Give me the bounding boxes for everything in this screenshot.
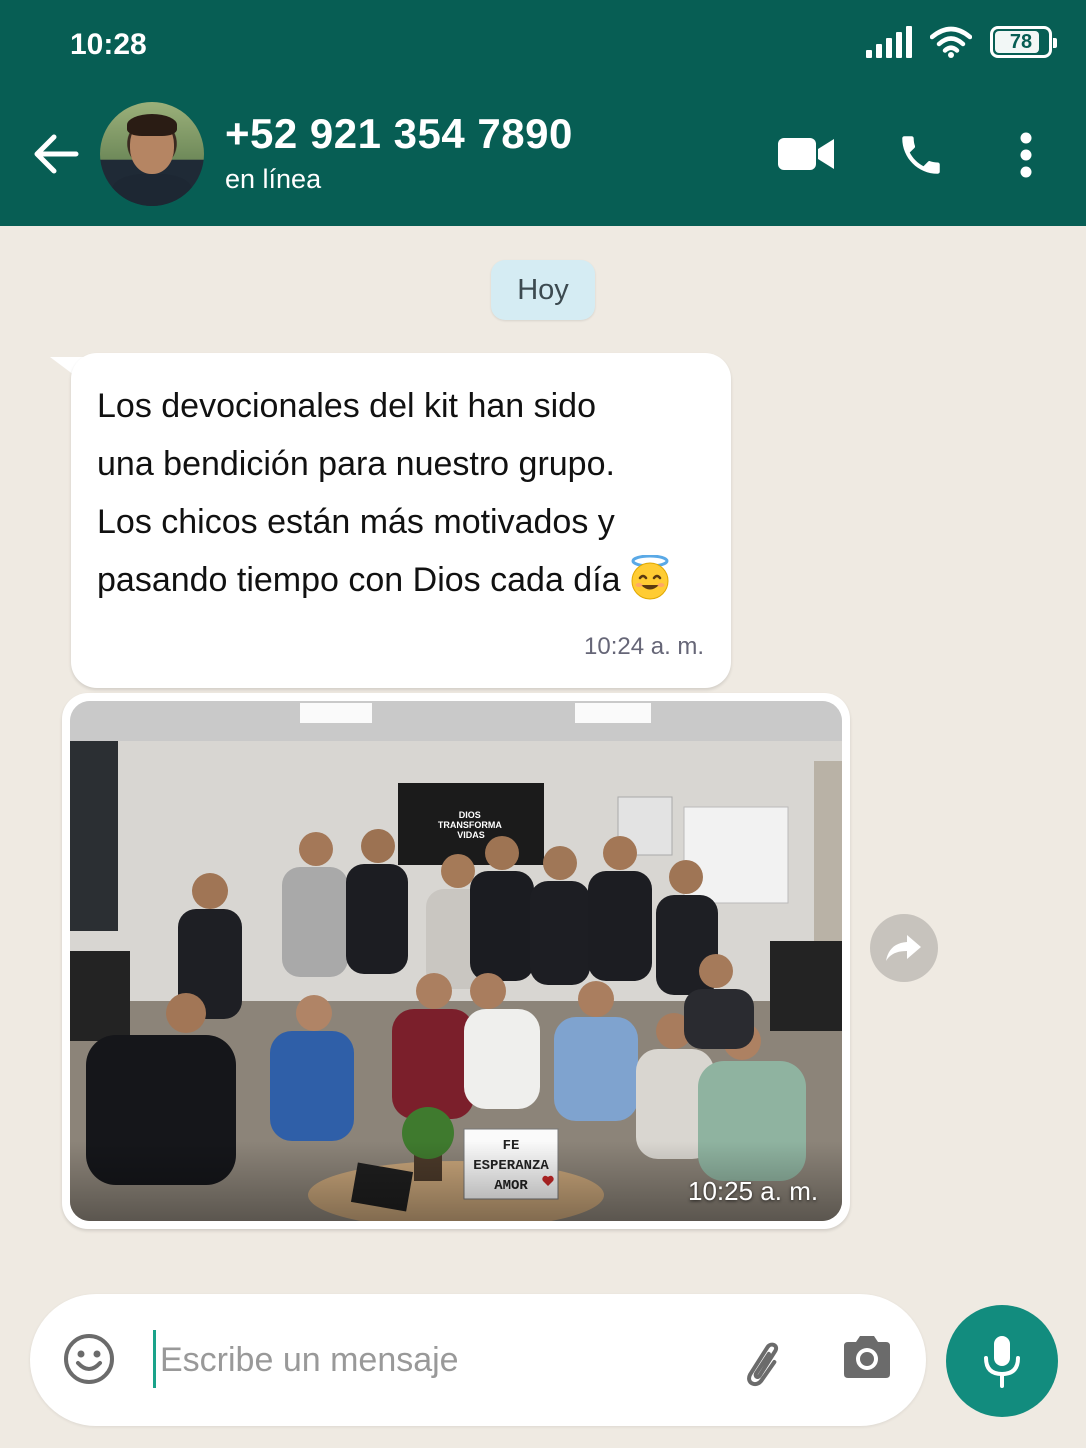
message-line-last: pasando tiempo con Dios cada día — [97, 551, 717, 609]
forward-button[interactable] — [870, 914, 938, 982]
contact-status: en línea — [225, 164, 322, 194]
message-text[interactable]: Los devocionales del kit han sido una be… — [97, 377, 717, 609]
message-line: Los devocionales del kit han sido — [97, 387, 596, 425]
mic-button[interactable] — [946, 1305, 1058, 1417]
text-cursor — [153, 1330, 156, 1388]
more-vert-icon[interactable] — [1016, 132, 1036, 178]
message-input[interactable] — [160, 1334, 680, 1386]
smiling-face-with-halo-icon — [631, 555, 669, 600]
battery-icon: 78 — [990, 26, 1057, 58]
message-line: pasando tiempo con Dios cada día — [97, 561, 621, 599]
signal-icon — [866, 26, 912, 58]
message-time: 10:24 a. m. — [584, 633, 705, 660]
phone-call-icon[interactable] — [896, 130, 946, 180]
video-call-icon[interactable] — [778, 136, 834, 172]
image-message-time: 10:25 a. m. — [688, 1176, 819, 1206]
attach-icon[interactable] — [736, 1334, 790, 1388]
message-line: Los chicos están más motivados y — [97, 503, 615, 541]
tv-text-line-2: TRANSFORMA — [438, 820, 502, 830]
wifi-icon — [930, 26, 972, 58]
status-icons: 78 — [866, 26, 1057, 58]
group-photo[interactable]: DIOS TRANSFORMA VIDAS — [70, 701, 842, 1221]
status-time: 10:28 — [70, 28, 147, 61]
tv-text-line-3: VIDAS — [457, 830, 485, 840]
date-separator: Hoy — [491, 260, 595, 320]
contact-name[interactable]: +52 921 354 7890 — [225, 110, 573, 158]
battery-percent: 78 — [1009, 30, 1033, 53]
message-line: una bendición para nuestro grupo. — [97, 445, 615, 483]
chat-header: 10:28 78 +52 921 354 7890 en línea — [0, 0, 1086, 226]
forward-icon — [886, 935, 921, 961]
mic-icon — [984, 1336, 1020, 1388]
group-photo-illustration: DIOS TRANSFORMA VIDAS — [70, 701, 842, 1221]
emoji-icon[interactable] — [62, 1332, 116, 1386]
tv-text-line-1: DIOS — [459, 810, 481, 820]
arrow-left-icon[interactable] — [30, 130, 82, 178]
camera-icon[interactable] — [840, 1330, 894, 1384]
avatar[interactable] — [100, 102, 204, 206]
